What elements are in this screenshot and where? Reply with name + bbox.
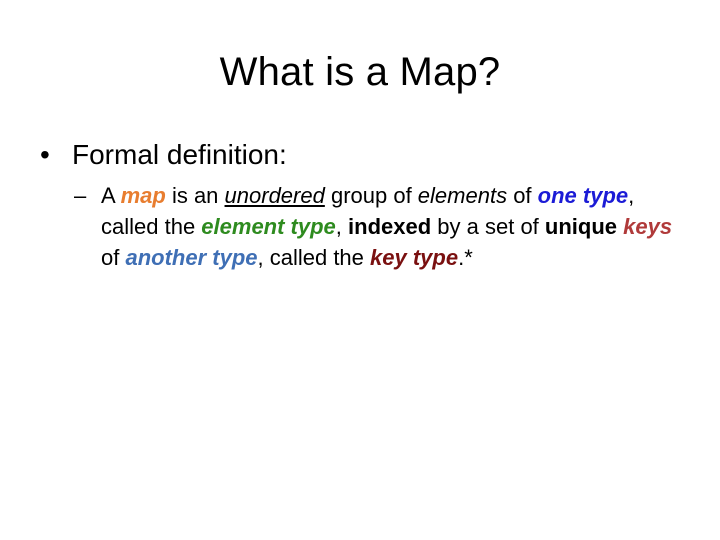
term-elements: elements	[417, 183, 508, 208]
text-segment: of	[507, 183, 538, 208]
text-segment: .*	[458, 245, 473, 270]
term-key-type: key type	[370, 245, 459, 270]
term-one-type: one type	[537, 183, 629, 208]
sub-bullet-item: – A map is an unordered group of element…	[74, 180, 684, 273]
text-segment: , called the	[257, 245, 371, 270]
text-segment: of	[101, 245, 126, 270]
slide-title: What is a Map?	[219, 50, 501, 94]
bullet-marker: •	[40, 139, 50, 170]
sub-bullet-marker: –	[74, 183, 87, 208]
text-segment: is an	[165, 183, 225, 208]
term-map: map	[120, 183, 166, 208]
term-indexed: indexed	[348, 214, 432, 239]
term-keys: keys	[623, 214, 673, 239]
text-segment: ,	[335, 214, 349, 239]
term-unordered: unordered	[224, 183, 325, 208]
text-segment: A	[101, 183, 121, 208]
sub-bullet-text: A map is an unordered group of elements …	[74, 180, 684, 273]
text-segment: group of	[324, 183, 418, 208]
bullet-item: • Formal definition:	[40, 138, 287, 172]
slide: What is a Map? • Formal definition: – A m…	[0, 0, 720, 540]
bullet-text: Formal definition:	[72, 139, 287, 170]
term-element-type: element type	[201, 214, 336, 239]
term-unique: unique	[544, 214, 618, 239]
text-segment: by a set of	[431, 214, 545, 239]
term-another-type: another type	[125, 245, 258, 270]
